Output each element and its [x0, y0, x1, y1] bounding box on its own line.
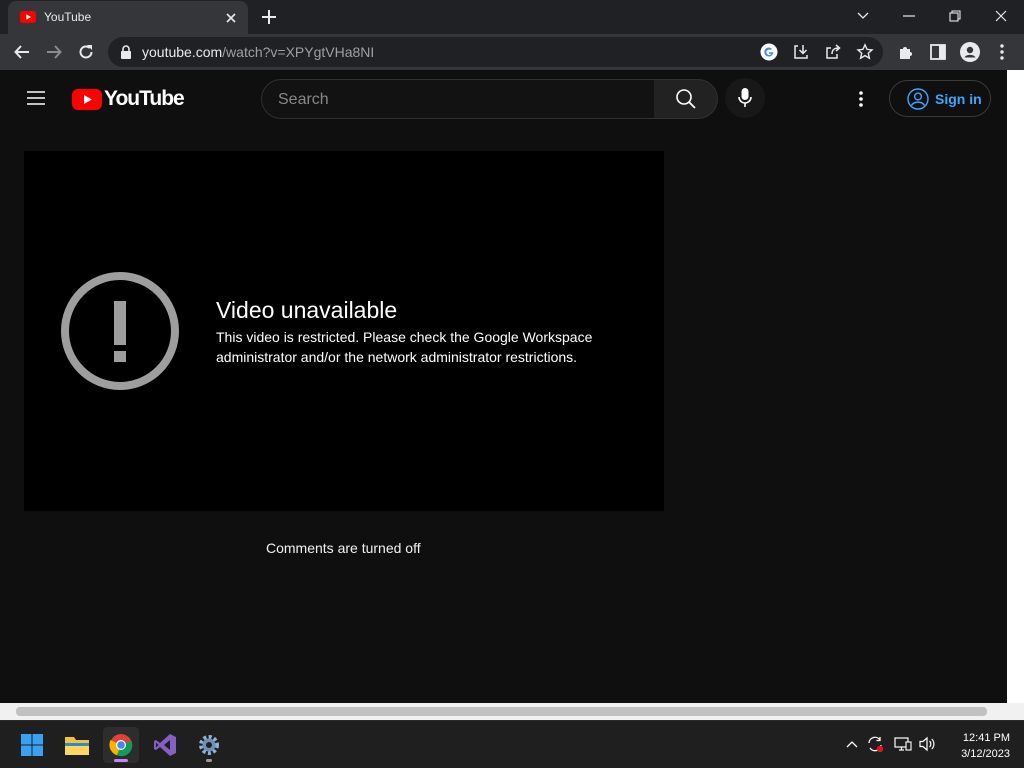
chevron-down-icon[interactable] — [851, 5, 875, 27]
google-icon[interactable] — [760, 43, 778, 61]
browser-toolbar: youtube.com/watch?v=XPYgtVHa8NI — [0, 34, 1024, 70]
sign-in-label: Sign in — [935, 90, 982, 107]
share-icon[interactable] — [824, 43, 842, 61]
browser-tab-strip: YouTube — [0, 0, 1024, 34]
hamburger-icon[interactable] — [24, 88, 48, 108]
close-icon[interactable] — [223, 10, 239, 26]
error-message: This video is restricted. Please check t… — [216, 329, 593, 365]
volume-icon[interactable] — [919, 735, 937, 753]
network-icon[interactable] — [894, 735, 912, 753]
youtube-logo-icon — [72, 88, 102, 110]
url-text[interactable]: youtube.com/watch?v=XPYgtVHa8NI — [142, 44, 374, 60]
kebab-menu-icon[interactable] — [850, 88, 872, 110]
sync-icon[interactable] — [866, 735, 884, 753]
back-arrow-icon[interactable] — [10, 40, 34, 64]
url-host: youtube.com — [142, 44, 223, 60]
error-title: Video unavailable — [216, 297, 398, 323]
extensions-icon[interactable] — [896, 42, 916, 62]
sign-in-button[interactable]: Sign in — [889, 80, 991, 117]
visual-studio-icon[interactable] — [147, 727, 183, 763]
search-input[interactable] — [278, 89, 638, 111]
system-clock[interactable]: 12:41 PM 3/12/2023 — [946, 730, 1010, 762]
install-icon[interactable] — [792, 43, 810, 61]
active-indicator — [114, 759, 128, 762]
forward-arrow-icon[interactable] — [42, 40, 66, 64]
youtube-wordmark: YouTube — [104, 87, 185, 110]
window-close-icon[interactable] — [989, 5, 1013, 27]
running-indicator — [206, 759, 212, 762]
url-path: /watch?v=XPYgtVHa8NI — [222, 44, 375, 60]
lock-icon[interactable] — [120, 45, 132, 59]
tab-title: YouTube — [44, 10, 92, 24]
settings-icon[interactable] — [191, 727, 227, 763]
search-box[interactable] — [261, 79, 655, 119]
youtube-logo[interactable]: YouTube — [72, 87, 185, 111]
vertical-scrollbar[interactable] — [1007, 70, 1024, 703]
taskbar: 12:41 PM 3/12/2023 — [0, 720, 1024, 768]
youtube-page: YouTube Sign in Video unavailable This v… — [0, 70, 1007, 703]
kebab-menu-icon[interactable] — [992, 42, 1012, 62]
exclamation-circle-icon — [60, 271, 180, 391]
profile-icon[interactable] — [960, 42, 980, 62]
scrollbar-thumb[interactable] — [16, 707, 987, 716]
video-player[interactable]: Video unavailable This video is restrict… — [24, 151, 664, 511]
comments-status: Comments are turned off — [266, 540, 421, 556]
star-icon[interactable] — [856, 43, 874, 61]
chevron-up-icon[interactable] — [843, 735, 861, 753]
address-bar[interactable]: youtube.com/watch?v=XPYgtVHa8NI — [108, 37, 883, 67]
youtube-favicon — [20, 11, 36, 23]
voice-search-button[interactable] — [725, 78, 765, 118]
account-icon — [907, 87, 929, 110]
windows-start-icon[interactable] — [14, 727, 50, 763]
minimize-icon[interactable] — [897, 5, 921, 27]
clock-time: 12:41 PM — [962, 732, 1010, 744]
file-explorer-icon[interactable] — [59, 727, 95, 763]
chrome-icon[interactable] — [103, 727, 139, 763]
horizontal-scrollbar[interactable] — [0, 703, 1024, 720]
mic-icon — [737, 87, 753, 109]
browser-tab-youtube[interactable]: YouTube — [8, 1, 248, 34]
plus-icon[interactable] — [260, 8, 278, 26]
side-panel-icon[interactable] — [928, 42, 948, 62]
reload-icon[interactable] — [74, 40, 98, 64]
search-icon — [675, 88, 697, 110]
clock-date: 3/12/2023 — [961, 748, 1010, 760]
search-button[interactable] — [654, 79, 718, 119]
restore-icon[interactable] — [943, 5, 967, 27]
